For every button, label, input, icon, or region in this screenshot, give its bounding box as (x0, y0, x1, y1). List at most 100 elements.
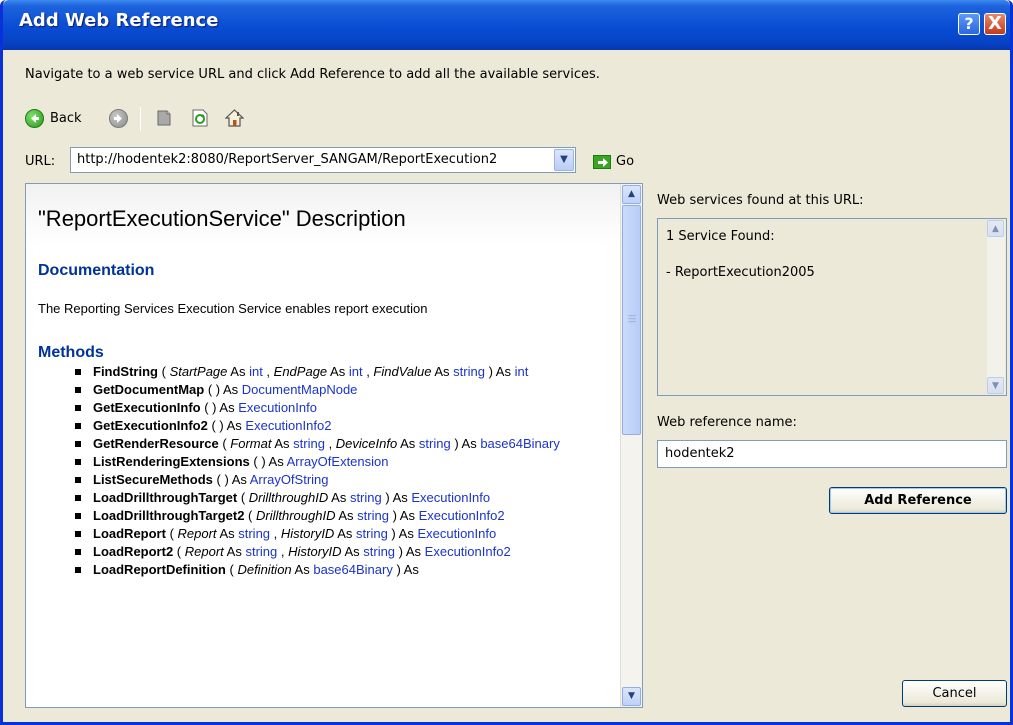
method-syntax: As (334, 526, 357, 541)
method-param: Report (173, 526, 217, 541)
method-type-link[interactable]: string (363, 544, 395, 559)
description-title: "ReportExecutionService" Description (38, 206, 406, 231)
back-arrow-icon (25, 108, 44, 128)
method-syntax: ) As (450, 436, 481, 451)
method-item: ListRenderingExtensions ( ) As ArrayOfEx… (72, 454, 612, 470)
title-bar[interactable]: Add Web Reference ? X (3, 0, 1010, 50)
method-syntax: ( ) As (253, 454, 287, 469)
method-type-link[interactable]: string (238, 526, 270, 541)
services-count: 1 Service Found: (666, 229, 775, 244)
add-reference-button[interactable]: Add Reference (829, 487, 1007, 514)
method-syntax: ( ) As (207, 382, 242, 397)
method-syntax: As (328, 490, 350, 505)
dialog-body: Navigate to a web service URL and click … (3, 50, 1010, 722)
help-button[interactable]: ? (958, 13, 980, 35)
method-item: GetExecutionInfo ( ) As ExecutionInfo (72, 400, 612, 416)
method-item: GetRenderResource ( Format As string , D… (72, 436, 612, 452)
method-item: ListSecureMethods ( ) As ArrayOfString (72, 472, 612, 488)
method-type-link[interactable]: string (357, 508, 389, 523)
method-syntax: ( ) As (204, 400, 239, 415)
method-syntax: , (262, 364, 274, 379)
method-name[interactable]: LoadReport (93, 526, 170, 541)
method-param: DrillthroughID (245, 490, 329, 505)
method-syntax: As (431, 364, 454, 379)
method-syntax: As (227, 364, 250, 379)
scroll-down-button: ▼ (987, 377, 1004, 394)
scroll-thumb[interactable]: — — — (622, 205, 641, 435)
method-type-link[interactable]: int (249, 364, 263, 379)
method-type-link[interactable]: string (293, 436, 325, 451)
method-syntax: , (362, 364, 374, 379)
method-name[interactable]: LoadReportDefinition (93, 562, 230, 577)
url-dropdown-button[interactable]: ▼ (554, 149, 574, 171)
method-syntax: ) As (392, 562, 419, 577)
method-type-link[interactable]: string (453, 364, 485, 379)
back-button[interactable]: Back (25, 107, 82, 129)
method-param: StartPage (165, 364, 228, 379)
method-type-link[interactable]: DocumentMapNode (242, 382, 358, 397)
method-name[interactable]: GetRenderResource (93, 436, 222, 451)
method-syntax: As (216, 526, 239, 541)
dialog-title: Add Web Reference (19, 10, 219, 31)
method-type-link[interactable]: ExecutionInfo2 (245, 418, 331, 433)
method-name[interactable]: GetExecutionInfo (93, 400, 204, 415)
chevron-down-icon: ▼ (992, 381, 999, 391)
method-item: GetDocumentMap ( ) As DocumentMapNode (72, 382, 612, 398)
method-type-link[interactable]: ExecutionInfo (238, 400, 317, 415)
method-type-link[interactable]: string (350, 490, 382, 505)
scroll-down-button[interactable]: ▼ (622, 687, 641, 706)
description-scrollbar[interactable]: ▲ — — — ▼ (620, 184, 642, 707)
method-item: LoadDrillthroughTarget2 ( DrillthroughID… (72, 508, 612, 524)
method-name[interactable]: LoadReport2 (93, 544, 177, 559)
method-name[interactable]: FindString (93, 364, 162, 379)
method-syntax: ) As (395, 544, 425, 559)
method-type-link[interactable]: string (356, 526, 388, 541)
method-type-link[interactable]: int (515, 364, 529, 379)
stop-icon (155, 109, 173, 127)
method-syntax: ) As (388, 508, 419, 523)
method-syntax: As (271, 436, 294, 451)
method-name[interactable]: GetDocumentMap (93, 382, 208, 397)
close-button[interactable]: X (984, 13, 1006, 35)
forward-button[interactable] (109, 107, 128, 129)
method-type-link[interactable]: ExecutionInfo2 (425, 544, 511, 559)
method-name[interactable]: ListSecureMethods (93, 472, 217, 487)
method-type-link[interactable]: ExecutionInfo (411, 490, 490, 505)
method-name[interactable]: GetExecutionInfo2 (93, 418, 211, 433)
method-type-link[interactable]: int (349, 364, 363, 379)
method-param: Format (226, 436, 272, 451)
method-type-link[interactable]: base64Binary (480, 436, 560, 451)
scroll-up-button[interactable]: ▲ (622, 185, 641, 204)
method-item: LoadReportDefinition ( Definition As bas… (72, 562, 612, 578)
method-type-link[interactable]: ArrayOfString (250, 472, 329, 487)
method-name[interactable]: LoadDrillthroughTarget (93, 490, 241, 505)
grip-icon: — — — (628, 311, 636, 326)
method-syntax: , (270, 526, 281, 541)
web-reference-name-input[interactable]: hodentek2 (657, 440, 1007, 468)
method-type-link[interactable]: string (245, 544, 277, 559)
refresh-button[interactable] (191, 107, 209, 129)
go-button[interactable]: Go (593, 154, 634, 169)
method-syntax: ) As (387, 526, 418, 541)
method-syntax: , (324, 436, 336, 451)
method-type-link[interactable]: ArrayOfExtension (287, 454, 389, 469)
go-arrow-icon (593, 154, 611, 169)
stop-button[interactable] (155, 107, 173, 129)
method-param: DeviceInfo (335, 436, 398, 451)
method-type-link[interactable]: ExecutionInfo (417, 526, 496, 541)
method-syntax: As (397, 436, 419, 451)
method-type-link[interactable]: ExecutionInfo2 (419, 508, 505, 523)
home-button[interactable] (224, 107, 245, 129)
refresh-icon (191, 109, 209, 127)
methods-list: FindString ( StartPage As int , EndPage … (72, 364, 612, 580)
method-name[interactable]: LoadDrillthroughTarget2 (93, 508, 248, 523)
method-syntax: , (277, 544, 289, 559)
web-reference-name-label: Web reference name: (657, 415, 797, 430)
method-name[interactable]: ListRenderingExtensions (93, 454, 253, 469)
method-type-link[interactable]: string (419, 436, 451, 451)
documentation-text: The Reporting Services Execution Service… (38, 301, 428, 316)
cancel-button[interactable]: Cancel (902, 680, 1007, 707)
documentation-heading: Documentation (38, 262, 155, 279)
method-type-link[interactable]: base64Binary (313, 562, 393, 577)
url-input[interactable]: http://hodentek2:8080/ReportServer_SANGA… (70, 147, 576, 173)
